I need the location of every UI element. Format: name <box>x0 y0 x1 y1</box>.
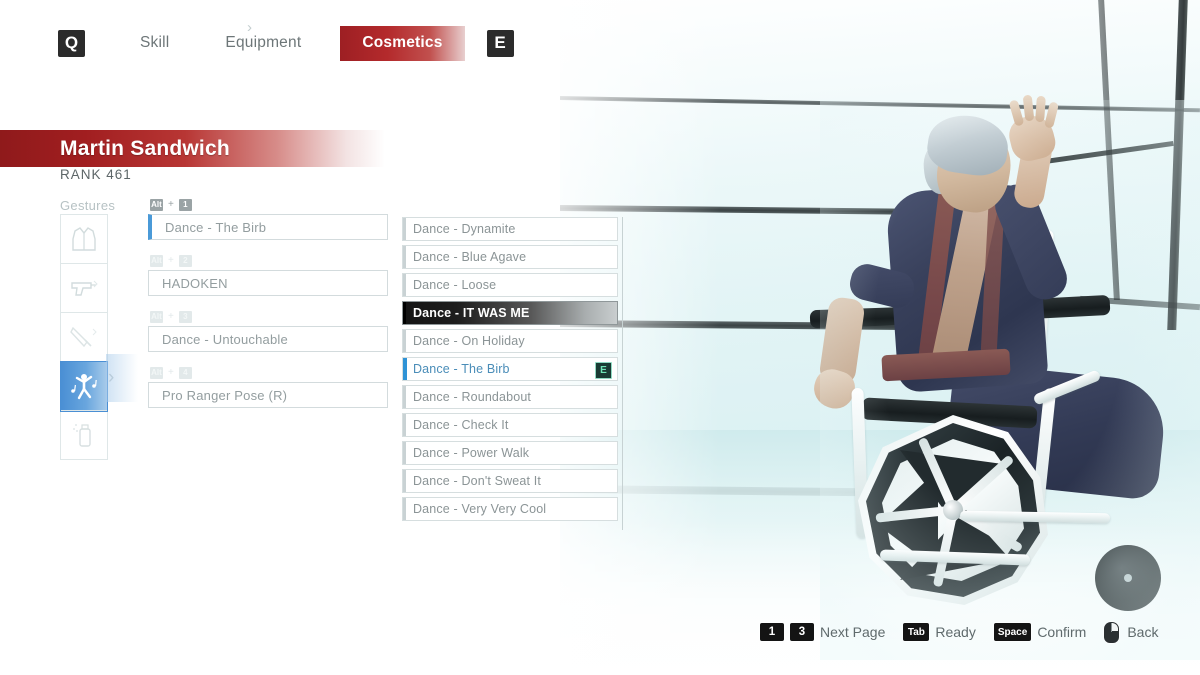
list-item-label: Dance - Very Very Cool <box>413 502 547 516</box>
list-item-label: Dance - Loose <box>413 278 497 292</box>
equipped-slot-box[interactable]: Dance - Untouchable <box>148 326 388 352</box>
equipped-slot-value: Dance - The Birb <box>165 219 267 235</box>
equipped-slots-panel: Alt + 1 Dance - The Birb Alt + 2 HADOKEN… <box>148 198 388 422</box>
equipped-slot-box[interactable]: Dance - The Birb <box>148 214 388 240</box>
hint-key-space[interactable]: Space <box>993 623 1032 641</box>
slot-keybind: Alt + 3 <box>150 310 388 323</box>
list-item-label: Dance - IT WAS ME <box>413 306 530 320</box>
equipped-slot-value: Dance - Untouchable <box>162 331 288 347</box>
hint-label-confirm: Confirm <box>1037 624 1087 640</box>
top-navigation-bar: Q Skill Equipment Cosmetics E <box>0 0 600 86</box>
slot-modifier-key: Alt <box>150 198 163 211</box>
hint-label-ready: Ready <box>935 624 976 640</box>
list-item[interactable]: Dance - Blue Agave <box>402 245 618 269</box>
hint-label-next-page: Next Page <box>820 624 886 640</box>
slot-modifier-key: Alt <box>150 366 163 379</box>
list-item[interactable]: Dance - Dynamite <box>402 217 618 241</box>
tab-equipment[interactable]: Equipment <box>208 27 318 60</box>
equipped-slot-1[interactable]: Alt + 1 Dance - The Birb <box>148 198 388 240</box>
list-item-label: Dance - Power Walk <box>413 446 530 460</box>
equipped-slot-3[interactable]: Alt + 3 Dance - Untouchable <box>148 310 388 352</box>
list-item-selected[interactable]: Dance - IT WAS ME <box>402 301 618 325</box>
player-name: Martin Sandwich <box>60 136 230 160</box>
equipped-slot-box[interactable]: Pro Ranger Pose (R) <box>148 382 388 408</box>
character-finger <box>1035 95 1046 123</box>
category-item-pistol[interactable] <box>61 264 107 313</box>
melee-weapon-icon <box>69 324 99 350</box>
list-item-label: Dance - Don't Sweat It <box>413 474 541 488</box>
wheelchair-caster-pin <box>1124 574 1132 582</box>
slot-expand-chevron-icon[interactable]: › <box>247 19 252 36</box>
list-item[interactable]: Dance - Roundabout <box>402 385 618 409</box>
equipped-slot-box[interactable]: HADOKEN <box>148 270 388 296</box>
list-item[interactable]: Dance - Don't Sweat It <box>402 469 618 493</box>
spray-can-icon <box>71 421 97 449</box>
slot-number-key: 3 <box>178 310 192 323</box>
slot-keybind: Alt + 1 <box>150 198 388 211</box>
category-item-clothing[interactable] <box>61 215 107 264</box>
tab-cosmetics[interactable]: Cosmetics <box>340 25 465 61</box>
category-item-melee[interactable] <box>61 313 107 362</box>
equipped-slot-4[interactable]: Alt + 4 Pro Ranger Pose (R) <box>148 366 388 408</box>
player-name-banner: Martin Sandwich <box>0 130 385 167</box>
equipped-slot-value: HADOKEN <box>162 275 228 291</box>
list-item-label: Dance - Check It <box>413 418 509 432</box>
equipped-badge-e: E <box>595 362 612 379</box>
dancing-figure-icon <box>69 371 99 401</box>
mouse-right-click-icon[interactable] <box>1104 621 1120 643</box>
slot-modifier-key: Alt <box>150 254 163 267</box>
list-item-label: Dance - On Holiday <box>413 334 525 348</box>
chevron-right-icon: › <box>108 367 115 388</box>
list-scroll-edge[interactable] <box>622 217 623 530</box>
list-item[interactable]: Dance - Power Walk <box>402 441 618 465</box>
slot-keybind: Alt + 2 <box>150 254 388 267</box>
gesture-item-list[interactable]: Dance - Dynamite Dance - Blue Agave Danc… <box>402 217 618 525</box>
tab-skill[interactable]: Skill <box>123 27 186 60</box>
slot-keybind: Alt + 4 <box>150 366 388 379</box>
character-model <box>809 94 1200 660</box>
list-item[interactable]: Dance - Check It <box>402 413 618 437</box>
slot-number-key: 1 <box>178 198 192 211</box>
jacket-icon <box>71 225 97 253</box>
control-hints-bar: 1 3 Next Page Tab Ready Space Confirm Ba… <box>760 618 1176 646</box>
category-rail <box>60 214 108 460</box>
list-item[interactable]: Dance - Very Very Cool <box>402 497 618 521</box>
slot-modifier-key: Alt <box>150 310 163 323</box>
category-item-spray[interactable] <box>61 411 107 460</box>
next-tab-key-e[interactable]: E <box>486 29 514 57</box>
list-item-label: Dance - Roundabout <box>413 390 532 404</box>
list-item[interactable]: Dance - On Holiday <box>402 329 618 353</box>
list-item-label: Dance - The Birb <box>413 362 510 376</box>
list-item[interactable]: Dance - Loose <box>402 273 618 297</box>
category-item-gestures[interactable] <box>61 362 107 411</box>
pistol-icon <box>69 276 99 300</box>
category-label: Gestures <box>60 198 116 213</box>
equipped-slot-value: Pro Ranger Pose (R) <box>162 387 288 403</box>
prev-tab-key-q[interactable]: Q <box>58 29 85 57</box>
list-item-label: Dance - Blue Agave <box>413 250 527 264</box>
slot-number-key: 2 <box>178 254 192 267</box>
hint-key-1[interactable]: 1 <box>760 623 784 641</box>
player-rank: RANK 461 <box>60 167 132 182</box>
list-item-equipped[interactable]: Dance - The Birb E <box>402 357 618 381</box>
list-item-label: Dance - Dynamite <box>413 222 516 236</box>
hint-key-3[interactable]: 3 <box>790 623 814 641</box>
hint-key-tab[interactable]: Tab <box>903 623 930 641</box>
equipped-slot-2[interactable]: Alt + 2 HADOKEN <box>148 254 388 296</box>
hint-label-back: Back <box>1127 624 1159 640</box>
game-cosmetics-screen: Q Skill Equipment Cosmetics E Martin San… <box>0 0 1200 675</box>
slot-number-key: 4 <box>178 366 192 379</box>
